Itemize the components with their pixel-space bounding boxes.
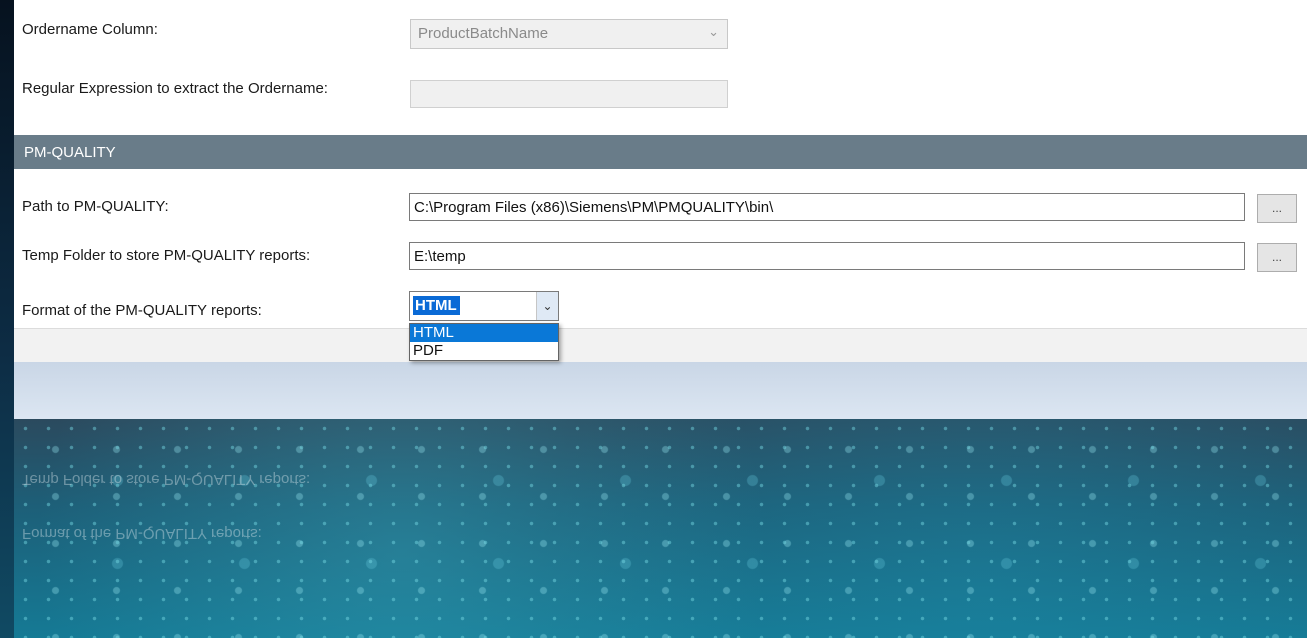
panel-footer-strip <box>14 328 1307 362</box>
path-to-pmq-input[interactable]: C:\Program Files (x86)\Siemens\PM\PMQUAL… <box>409 193 1245 221</box>
temp-folder-input[interactable]: E:\temp <box>409 242 1245 270</box>
format-combo[interactable]: HTML ⌄ <box>409 291 559 321</box>
section-title: PM-QUALITY <box>24 144 116 161</box>
wallpaper-reflection: Format of the PM-QUALITY reports: Temp F… <box>14 419 1307 638</box>
section-header-pm-quality: PM-QUALITY <box>14 135 1307 169</box>
chevron-down-icon: ⌄ <box>708 24 719 39</box>
temp-folder-value: E:\temp <box>414 248 466 265</box>
format-option-pdf[interactable]: PDF <box>410 342 558 360</box>
browse-path-button[interactable]: ... <box>1257 194 1297 223</box>
window-frame-edge <box>0 0 14 638</box>
desktop-band <box>14 362 1307 419</box>
regex-input[interactable] <box>410 80 728 108</box>
temp-folder-label: Temp Folder to store PM-QUALITY reports: <box>22 247 311 264</box>
ordername-column-label: Ordername Column: <box>22 21 158 38</box>
path-to-pmq-value: C:\Program Files (x86)\Siemens\PM\PMQUAL… <box>414 199 774 216</box>
desktop-wallpaper: Format of the PM-QUALITY reports: Temp F… <box>14 419 1307 638</box>
format-dropdown-list: HTML PDF <box>409 323 559 361</box>
format-label: Format of the PM-QUALITY reports: <box>22 302 262 319</box>
format-selected-value: HTML <box>413 296 460 315</box>
chevron-down-icon[interactable]: ⌄ <box>536 292 558 320</box>
path-to-pmq-label: Path to PM-QUALITY: <box>22 198 169 215</box>
regex-label: Regular Expression to extract the Ordern… <box>22 80 328 97</box>
settings-panel: Ordername Column: ProductBatchName ⌄ Reg… <box>14 0 1307 362</box>
ordername-column-combo[interactable]: ProductBatchName ⌄ <box>410 19 728 49</box>
ordername-column-value: ProductBatchName <box>418 25 549 42</box>
reflection-format-label: Format of the PM-QUALITY reports: <box>22 525 262 542</box>
format-option-html[interactable]: HTML <box>410 324 558 342</box>
reflection-temp-label: Temp Folder to store PM-QUALITY reports: <box>22 471 311 488</box>
browse-temp-button[interactable]: ... <box>1257 243 1297 272</box>
